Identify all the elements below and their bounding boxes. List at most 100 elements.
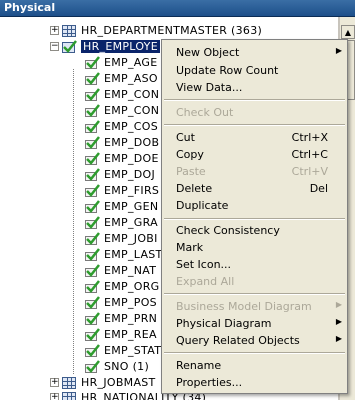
column-check-icon bbox=[85, 248, 100, 261]
column-check-icon bbox=[85, 344, 100, 357]
table-icon bbox=[62, 376, 76, 389]
tree-node-label: EMP_GEN bbox=[104, 200, 159, 213]
menu-separator bbox=[164, 352, 345, 354]
menu-item-label: Properties... bbox=[176, 376, 243, 389]
menu-item-rename[interactable]: Rename bbox=[162, 357, 347, 375]
tree-node-column[interactable]: EMP_ASO bbox=[85, 70, 158, 87]
scroll-up-button[interactable]: ▲ bbox=[341, 25, 355, 39]
context-menu: New Object ▶ Update Row Count View Data.… bbox=[161, 39, 348, 394]
menu-item-check-consistency[interactable]: Check Consistency bbox=[162, 222, 347, 240]
tree-node-column[interactable]: EMP_DOE bbox=[85, 150, 159, 167]
expand-icon[interactable]: + bbox=[50, 26, 59, 35]
menu-item-expand-all[interactable]: Expand All bbox=[162, 273, 347, 291]
menu-item-view-data[interactable]: View Data... bbox=[162, 79, 347, 97]
column-check-icon bbox=[85, 72, 100, 85]
menu-item-copy[interactable]: Copy Ctrl+C bbox=[162, 146, 347, 164]
expand-icon[interactable]: + bbox=[50, 378, 59, 387]
tree-node-label: EMP_REA bbox=[104, 328, 157, 341]
column-check-icon bbox=[85, 232, 100, 245]
tree-node-label: EMP_GRA bbox=[104, 216, 158, 229]
tree-node-column[interactable]: EMP_CON bbox=[85, 86, 159, 103]
tree-connector-line bbox=[73, 69, 75, 374]
column-check-icon bbox=[85, 88, 100, 101]
tree-node-label: EMP_ORG bbox=[104, 280, 160, 293]
column-check-icon bbox=[85, 328, 100, 341]
menu-item-duplicate[interactable]: Duplicate bbox=[162, 197, 347, 215]
collapse-icon[interactable]: − bbox=[50, 42, 59, 51]
tree-node-label: EMP_AGE bbox=[104, 56, 158, 69]
tree-node-column[interactable]: EMP_REA bbox=[85, 326, 157, 343]
column-check-icon bbox=[85, 136, 100, 149]
column-check-icon bbox=[85, 216, 100, 229]
tree-node-column[interactable]: EMP_COS bbox=[85, 118, 158, 135]
menu-item-query-related-objects[interactable]: Query Related Objects ▶ bbox=[162, 332, 347, 350]
tree-node-label: HR_JOBMAST bbox=[81, 376, 156, 389]
tree-node-label: EMP_DOJ bbox=[104, 168, 156, 181]
submenu-arrow-icon: ▶ bbox=[335, 46, 342, 55]
tree-node-label: HR_EMPLOYE bbox=[81, 40, 160, 53]
tree-node-column[interactable]: EMP_NAT bbox=[85, 262, 156, 279]
menu-item-new-object[interactable]: New Object ▶ bbox=[162, 44, 347, 62]
submenu-arrow-icon: ▶ bbox=[335, 300, 342, 309]
menu-item-set-icon[interactable]: Set Icon... bbox=[162, 256, 347, 274]
menu-item-check-out[interactable]: Check Out bbox=[162, 104, 347, 122]
tree-node-column[interactable]: EMP_CON bbox=[85, 102, 159, 119]
submenu-arrow-icon: ▶ bbox=[335, 334, 342, 343]
tree-node-column[interactable]: EMP_LAST bbox=[85, 246, 163, 263]
tree-node-column[interactable]: EMP_PRN bbox=[85, 310, 157, 327]
menu-item-cut[interactable]: Cut Ctrl+X bbox=[162, 129, 347, 147]
menu-item-label: Delete bbox=[176, 182, 213, 195]
column-check-icon bbox=[85, 312, 100, 325]
table-icon bbox=[62, 391, 76, 400]
tree-node-label: EMP_ASO bbox=[104, 72, 158, 85]
menu-item-business-model-diagram[interactable]: Business Model Diagram ▶ bbox=[162, 298, 347, 316]
tree-node-column[interactable]: EMP_ORG bbox=[85, 278, 160, 295]
tree-node-hr-departmentmaster[interactable]: + HR_DEPARTMENTMASTER (363) bbox=[50, 22, 262, 39]
column-check-icon bbox=[85, 184, 100, 197]
tree-node-hr-employee[interactable]: − HR_EMPLOYE bbox=[50, 38, 160, 55]
column-check-icon bbox=[85, 280, 100, 293]
menu-item-mark[interactable]: Mark bbox=[162, 239, 347, 257]
tree-node-label: SNO (1) bbox=[104, 360, 150, 373]
tree-node-column[interactable]: EMP_POS bbox=[85, 294, 157, 311]
column-check-icon bbox=[85, 200, 100, 213]
menu-item-label: Check Out bbox=[176, 106, 234, 119]
menu-item-paste[interactable]: Paste Ctrl+V bbox=[162, 163, 347, 181]
tree-node-column[interactable]: EMP_JOBI bbox=[85, 230, 158, 247]
menu-item-label: Check Consistency bbox=[176, 224, 280, 237]
tree-node-label: HR_DEPARTMENTMASTER (363) bbox=[81, 24, 263, 37]
menu-separator bbox=[164, 293, 345, 295]
menu-item-shortcut: Ctrl+X bbox=[291, 131, 328, 144]
menu-item-properties[interactable]: Properties... bbox=[162, 374, 347, 392]
tree-node-label: EMP_COS bbox=[104, 120, 158, 133]
menu-item-label: Duplicate bbox=[176, 199, 229, 212]
menu-separator bbox=[164, 99, 345, 101]
menu-separator bbox=[164, 124, 345, 126]
menu-item-shortcut: Ctrl+C bbox=[291, 148, 328, 161]
tree-node-column[interactable]: EMP_DOJ bbox=[85, 166, 155, 183]
menu-item-shortcut: Del bbox=[309, 182, 328, 195]
tree-node-label: EMP_DOB bbox=[104, 136, 160, 149]
tree-node-label: EMP_NAT bbox=[104, 264, 157, 277]
tree-node-label: EMP_CON bbox=[104, 88, 160, 101]
tree-node-column[interactable]: EMP_GRA bbox=[85, 214, 158, 231]
panel-title: Physical bbox=[4, 1, 56, 14]
tree-node-column[interactable]: EMP_GEN bbox=[85, 198, 158, 215]
tree-node-label: EMP_LAST bbox=[104, 248, 163, 261]
expand-icon[interactable]: + bbox=[50, 393, 59, 400]
column-check-icon bbox=[85, 104, 100, 117]
tree-node-column[interactable]: EMP_DOB bbox=[85, 134, 159, 151]
menu-item-update-row-count[interactable]: Update Row Count bbox=[162, 62, 347, 80]
menu-item-label: Mark bbox=[176, 241, 204, 254]
tree-node-label: EMP_JOBI bbox=[104, 232, 158, 245]
tree-node-column[interactable]: EMP_STAT bbox=[85, 342, 161, 359]
menu-item-label: Paste bbox=[176, 165, 206, 178]
tree-node-label: EMP_STAT bbox=[104, 344, 162, 357]
menu-item-label: Physical Diagram bbox=[176, 317, 272, 330]
menu-item-delete[interactable]: Delete Del bbox=[162, 180, 347, 198]
menu-item-physical-diagram[interactable]: Physical Diagram ▶ bbox=[162, 315, 347, 333]
tree-node-column[interactable]: SNO (1) bbox=[85, 358, 149, 375]
menu-item-label: Set Icon... bbox=[176, 258, 232, 271]
tree-node-column[interactable]: EMP_FIRS bbox=[85, 182, 159, 199]
tree-node-column[interactable]: EMP_AGE bbox=[85, 54, 157, 71]
